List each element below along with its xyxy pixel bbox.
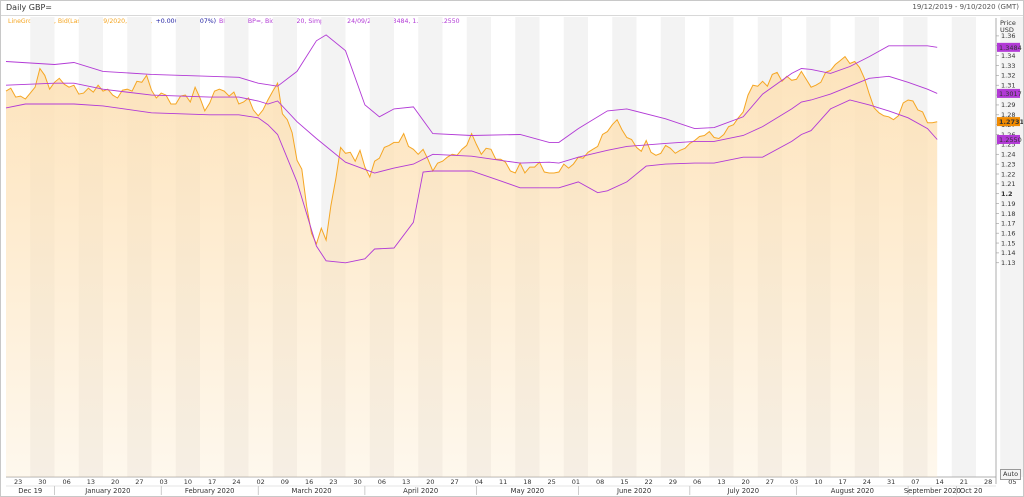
x-day-label: 02: [256, 478, 264, 486]
x-month-label: June 2020: [616, 487, 651, 495]
x-day-label: 09: [281, 478, 289, 486]
x-day-label: 13: [402, 478, 410, 486]
y-tick-label: 1.29: [1001, 101, 1015, 109]
x-day-label: 30: [353, 478, 361, 486]
x-day-label: 25: [547, 478, 555, 486]
x-day-label: 07: [911, 478, 919, 486]
value-label-last: 1.2731: [999, 118, 1023, 126]
x-day-label: 11: [499, 478, 507, 486]
x-day-label: 14: [935, 478, 943, 486]
y-tick-label: 1.33: [1001, 62, 1015, 70]
y-tick-label: 1.17: [1001, 220, 1015, 228]
x-day-label: 30: [38, 478, 46, 486]
y-tick-label: 1.31: [1001, 82, 1015, 90]
x-day-label: 22: [644, 478, 652, 486]
x-month-label: March 2020: [291, 487, 331, 495]
x-day-label: 31: [887, 478, 895, 486]
x-day-label: 23: [329, 478, 337, 486]
x-day-label: 24: [863, 478, 871, 486]
x-day-label: 20: [741, 478, 749, 486]
x-day-label: 20: [111, 478, 119, 486]
y-tick-label: 1.2: [1001, 190, 1013, 198]
x-day-label: 27: [135, 478, 143, 486]
y-tick-label: 1.32: [1001, 72, 1015, 80]
value-label-lower: 1.2550: [999, 136, 1022, 144]
x-day-label: 06: [693, 478, 701, 486]
x-day-label: 10: [814, 478, 822, 486]
x-axis: 23 30 06 13 20 27 03 10 17 24 02 09 16 23 30 06 13 20 27 04…: [6, 478, 1017, 495]
y-tick-label: 1.21: [1001, 180, 1015, 188]
x-day-label: 28: [984, 478, 992, 486]
x-day-label: 17: [208, 478, 216, 486]
x-day-label: 16: [305, 478, 313, 486]
x-month-label: August 2020: [831, 487, 874, 495]
value-label-middle: 1.3017: [999, 90, 1022, 98]
x-day-label: 01: [572, 478, 580, 486]
x-day-label: 20: [426, 478, 434, 486]
x-day-label: 03: [159, 478, 167, 486]
y-tick-label: 1.36: [1001, 32, 1015, 40]
y-tick-label: 1.23: [1001, 160, 1015, 168]
x-month-label: April 2020: [403, 487, 438, 495]
x-day-label: 13: [87, 478, 95, 486]
week-stripe: [951, 17, 976, 477]
x-day-label: 04: [475, 478, 483, 486]
x-day-label: 18: [523, 478, 531, 486]
x-month-label: September 2020: [904, 487, 961, 495]
x-day-label: 10: [184, 478, 192, 486]
x-day-label: 15: [620, 478, 628, 486]
x-day-label: 24: [232, 478, 240, 486]
y-tick-label: 1.13: [1001, 259, 1015, 267]
y-tick-label: 1.16: [1001, 229, 1015, 237]
y-tick-label: 1.34: [1001, 52, 1015, 60]
y-tick-label: 1.24: [1001, 151, 1015, 159]
x-day-label: 03: [790, 478, 798, 486]
y-tick-label: 1.18: [1001, 210, 1015, 218]
x-month-label: Oct 20: [960, 487, 983, 495]
x-day-label: 27: [766, 478, 774, 486]
x-month-label: Dec 19: [18, 487, 42, 495]
price-chart[interactable]: Price USD 1.361.351.341.331.321.311.31.2…: [1, 1, 1023, 496]
y-tick-label: 1.19: [1001, 200, 1015, 208]
x-day-label: 23: [14, 478, 22, 486]
y-tick-label: 1.15: [1001, 239, 1015, 247]
y-tick-label: 1.14: [1001, 249, 1015, 257]
value-label-upper: 1.3484: [999, 44, 1022, 52]
x-day-label: 21: [960, 478, 968, 486]
x-month-label: January 2020: [84, 487, 130, 495]
chart-window: Daily GBP= 19/12/2019 - 9/10/2020 (GMT) …: [0, 0, 1024, 497]
x-day-label: 29: [669, 478, 677, 486]
x-month-label: May 2020: [511, 487, 545, 495]
y-tick-label: 1.22: [1001, 170, 1015, 178]
x-month-label: February 2020: [185, 487, 235, 495]
x-day-label: 06: [62, 478, 70, 486]
auto-scale-button[interactable]: Auto: [1000, 469, 1021, 480]
x-day-label: 27: [450, 478, 458, 486]
x-day-label: 06: [378, 478, 386, 486]
x-day-label: 13: [717, 478, 725, 486]
x-day-label: 08: [596, 478, 604, 486]
x-day-label: 17: [838, 478, 846, 486]
x-month-label: July 2020: [726, 487, 759, 495]
